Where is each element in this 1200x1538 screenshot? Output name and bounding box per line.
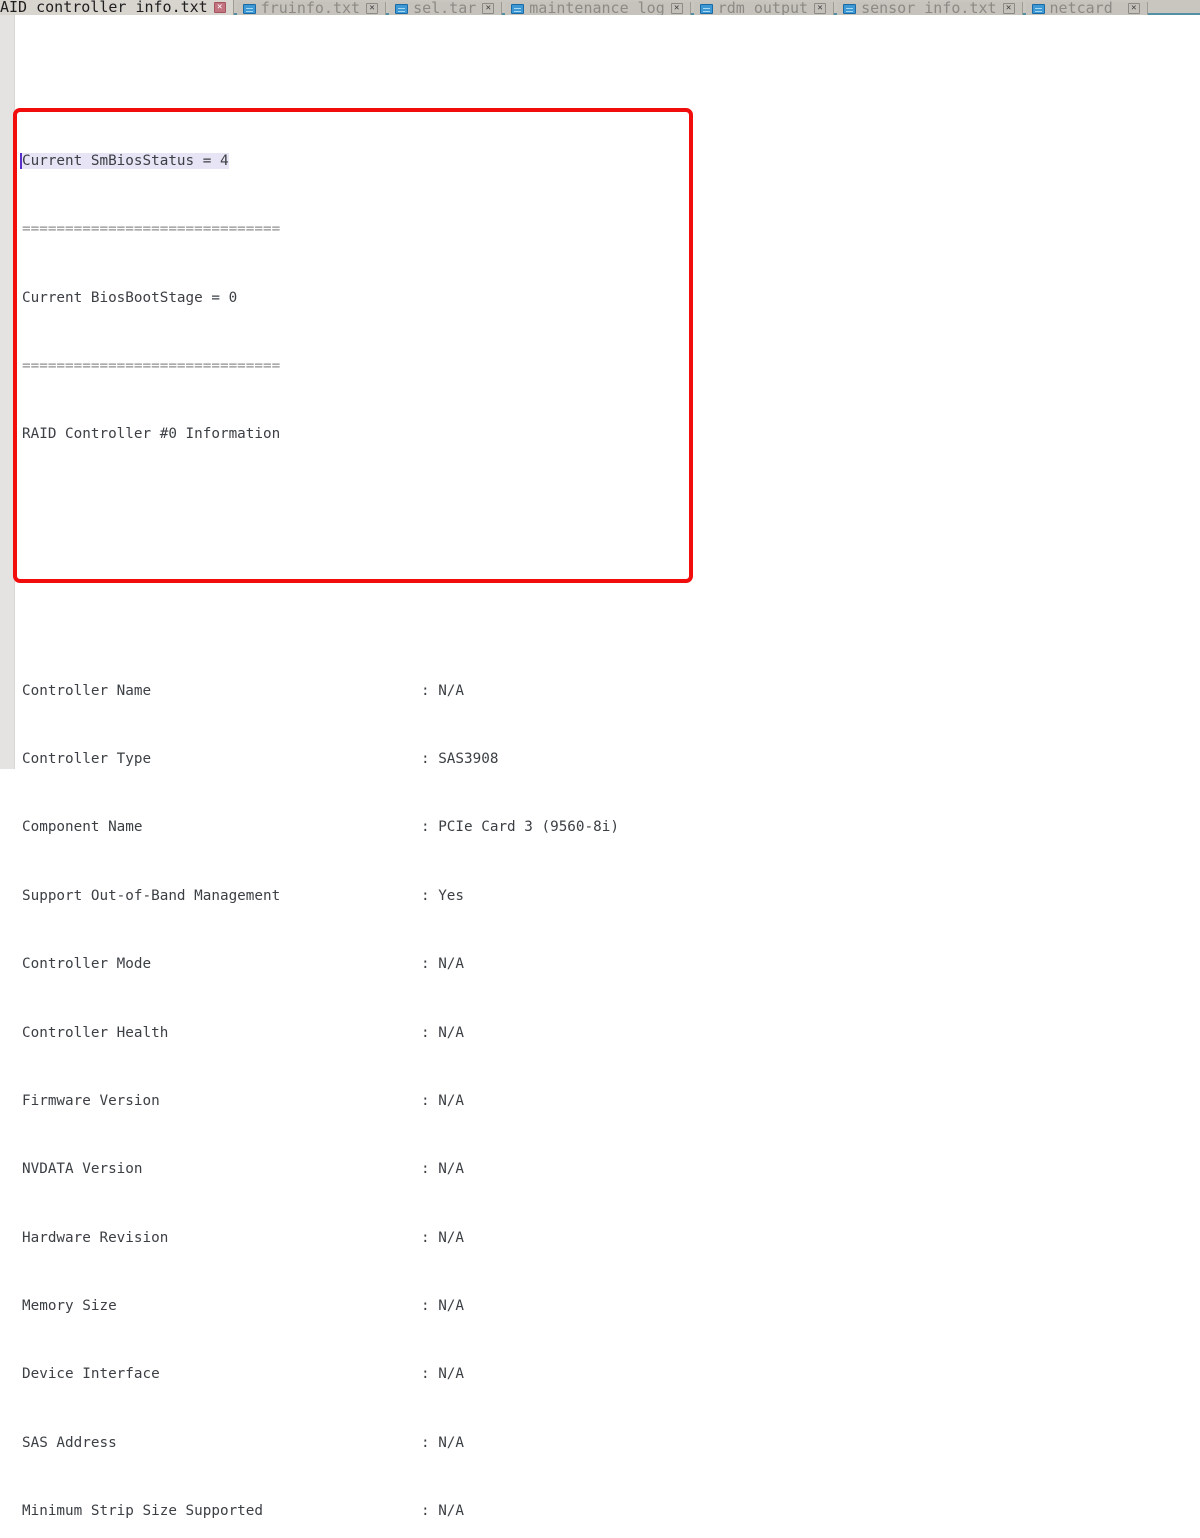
property-value: N/A — [438, 1230, 464, 1247]
kv-separator: : — [421, 1503, 438, 1520]
kv-separator: : — [421, 683, 438, 700]
property-label: Minimum Strip Size Supported — [22, 1503, 421, 1520]
property-value: SAS3908 — [438, 751, 498, 768]
property-label: Controller Health — [22, 1025, 421, 1042]
property-value: N/A — [438, 1435, 464, 1452]
file-tab[interactable]: maintenance_log ✕ — [505, 2, 690, 15]
editor-left-margin — [0, 15, 15, 769]
document-icon — [843, 4, 856, 14]
kv-separator: : — [421, 888, 438, 905]
close-tab-icon[interactable]: ✕ — [482, 3, 494, 14]
close-tab-icon[interactable]: ✕ — [1003, 3, 1015, 14]
code-line-text: RAID Controller #0 Information — [22, 426, 280, 442]
kv-separator: : — [421, 1298, 438, 1315]
file-tab[interactable]: netcard_ ✕ — [1026, 2, 1148, 15]
code-line: ============================== — [22, 221, 1200, 238]
tab-label: rdm_output — [718, 2, 808, 15]
tab-label: sel.tar — [413, 2, 476, 15]
kv-separator: : — [421, 1161, 438, 1178]
close-tab-icon[interactable]: ✕ — [814, 3, 826, 14]
property-value: N/A — [438, 956, 464, 973]
close-tab-icon[interactable]: ✕ — [671, 3, 683, 14]
code-line: Current SmBiosStatus = 4 — [22, 153, 1200, 170]
kv-separator: : — [421, 956, 438, 973]
code-line: Current BiosBootStage = 0 — [22, 290, 1200, 307]
property-label: Firmware Version — [22, 1093, 421, 1110]
close-tab-icon[interactable]: ✕ — [214, 2, 226, 13]
code-line: Controller Name:N/A — [22, 683, 1200, 700]
document-icon — [1032, 4, 1045, 14]
kv-separator: : — [421, 1025, 438, 1042]
code-line: Controller Mode:N/A — [22, 956, 1200, 973]
property-label: Hardware Revision — [22, 1230, 421, 1247]
tab-label: fruinfo.txt — [261, 2, 360, 15]
code-line: Firmware Version:N/A — [22, 1093, 1200, 1110]
property-label: Controller Type — [22, 751, 421, 768]
kv-separator: : — [421, 819, 438, 836]
code-line: RAID Controller #0 Information — [22, 426, 1200, 443]
code-line: Component Name:PCIe Card 3 (9560-8i) — [22, 819, 1200, 836]
property-label: NVDATA Version — [22, 1161, 421, 1178]
property-label: Device Interface — [22, 1366, 421, 1383]
document-icon — [700, 4, 713, 14]
code-line-text: ============================== — [22, 358, 280, 374]
close-tab-icon[interactable]: ✕ — [1128, 3, 1140, 14]
document-icon — [395, 4, 408, 14]
controller-info-rows: Controller Name:N/A Controller Type:SAS3… — [22, 614, 1200, 1538]
tab-label: AID_controller_info.txt — [0, 1, 208, 14]
kv-separator: : — [421, 751, 438, 768]
code-line-text: Current SmBiosStatus = 4 — [20, 153, 229, 169]
property-value: N/A — [438, 683, 464, 700]
code-line: Support Out-of-Band Management:Yes — [22, 888, 1200, 905]
property-value: N/A — [438, 1298, 464, 1315]
app-window: { "colors": { "tab_underline": "#5390a4"… — [0, 0, 1200, 769]
property-label: Support Out-of-Band Management — [22, 888, 421, 905]
property-label: Memory Size — [22, 1298, 421, 1315]
kv-separator: : — [421, 1093, 438, 1110]
tab-label: maintenance_log — [529, 2, 664, 15]
property-value: N/A — [438, 1366, 464, 1383]
property-value: Yes — [438, 888, 464, 905]
code-line: Minimum Strip Size Supported:N/A — [22, 1503, 1200, 1520]
property-label: Controller Mode — [22, 956, 421, 973]
code-line: Memory Size:N/A — [22, 1298, 1200, 1315]
property-label: Component Name — [22, 819, 421, 836]
tab-strip: AID_controller_info.txt ✕ fruinfo.txt ✕ … — [0, 0, 1200, 15]
code-line-text: ============================== — [22, 221, 280, 237]
file-tab[interactable]: fruinfo.txt ✕ — [237, 2, 386, 15]
code-line: Hardware Revision:N/A — [22, 1230, 1200, 1247]
kv-separator: : — [421, 1435, 438, 1452]
file-tab[interactable]: sel.tar ✕ — [389, 2, 502, 15]
document-icon — [243, 4, 256, 14]
close-tab-icon[interactable]: ✕ — [366, 3, 378, 14]
code-line-text: Current BiosBootStage = 0 — [22, 290, 237, 306]
file-tab[interactable]: AID_controller_info.txt ✕ — [0, 0, 234, 15]
file-tab[interactable]: sensor_info.txt ✕ — [837, 2, 1022, 15]
property-value: N/A — [438, 1503, 464, 1520]
kv-separator: : — [421, 1366, 438, 1383]
editor-pane: Current SmBiosStatus = 4 ===============… — [0, 15, 1200, 769]
tab-label: netcard_ — [1050, 2, 1122, 15]
code-line: ============================== — [22, 358, 1200, 375]
header-lines: Current SmBiosStatus = 4 ===============… — [22, 84, 1200, 546]
property-value: N/A — [438, 1025, 464, 1042]
property-value: PCIe Card 3 (9560-8i) — [438, 819, 619, 836]
code-line: Controller Health:N/A — [22, 1025, 1200, 1042]
code-line — [22, 495, 1200, 512]
tab-bar: AID_controller_info.txt ✕ fruinfo.txt ✕ … — [0, 0, 1200, 15]
property-value: N/A — [438, 1093, 464, 1110]
document-text[interactable]: Current SmBiosStatus = 4 ===============… — [15, 15, 1200, 769]
code-line: Controller Type:SAS3908 — [22, 751, 1200, 768]
code-line: NVDATA Version:N/A — [22, 1161, 1200, 1178]
code-line: SAS Address:N/A — [22, 1435, 1200, 1452]
property-label: SAS Address — [22, 1435, 421, 1452]
property-label: Controller Name — [22, 683, 421, 700]
kv-separator: : — [421, 1230, 438, 1247]
file-tab[interactable]: rdm_output ✕ — [694, 2, 834, 15]
tab-label: sensor_info.txt — [861, 2, 996, 15]
property-value: N/A — [438, 1161, 464, 1178]
code-line: Device Interface:N/A — [22, 1366, 1200, 1383]
document-icon — [511, 4, 524, 14]
